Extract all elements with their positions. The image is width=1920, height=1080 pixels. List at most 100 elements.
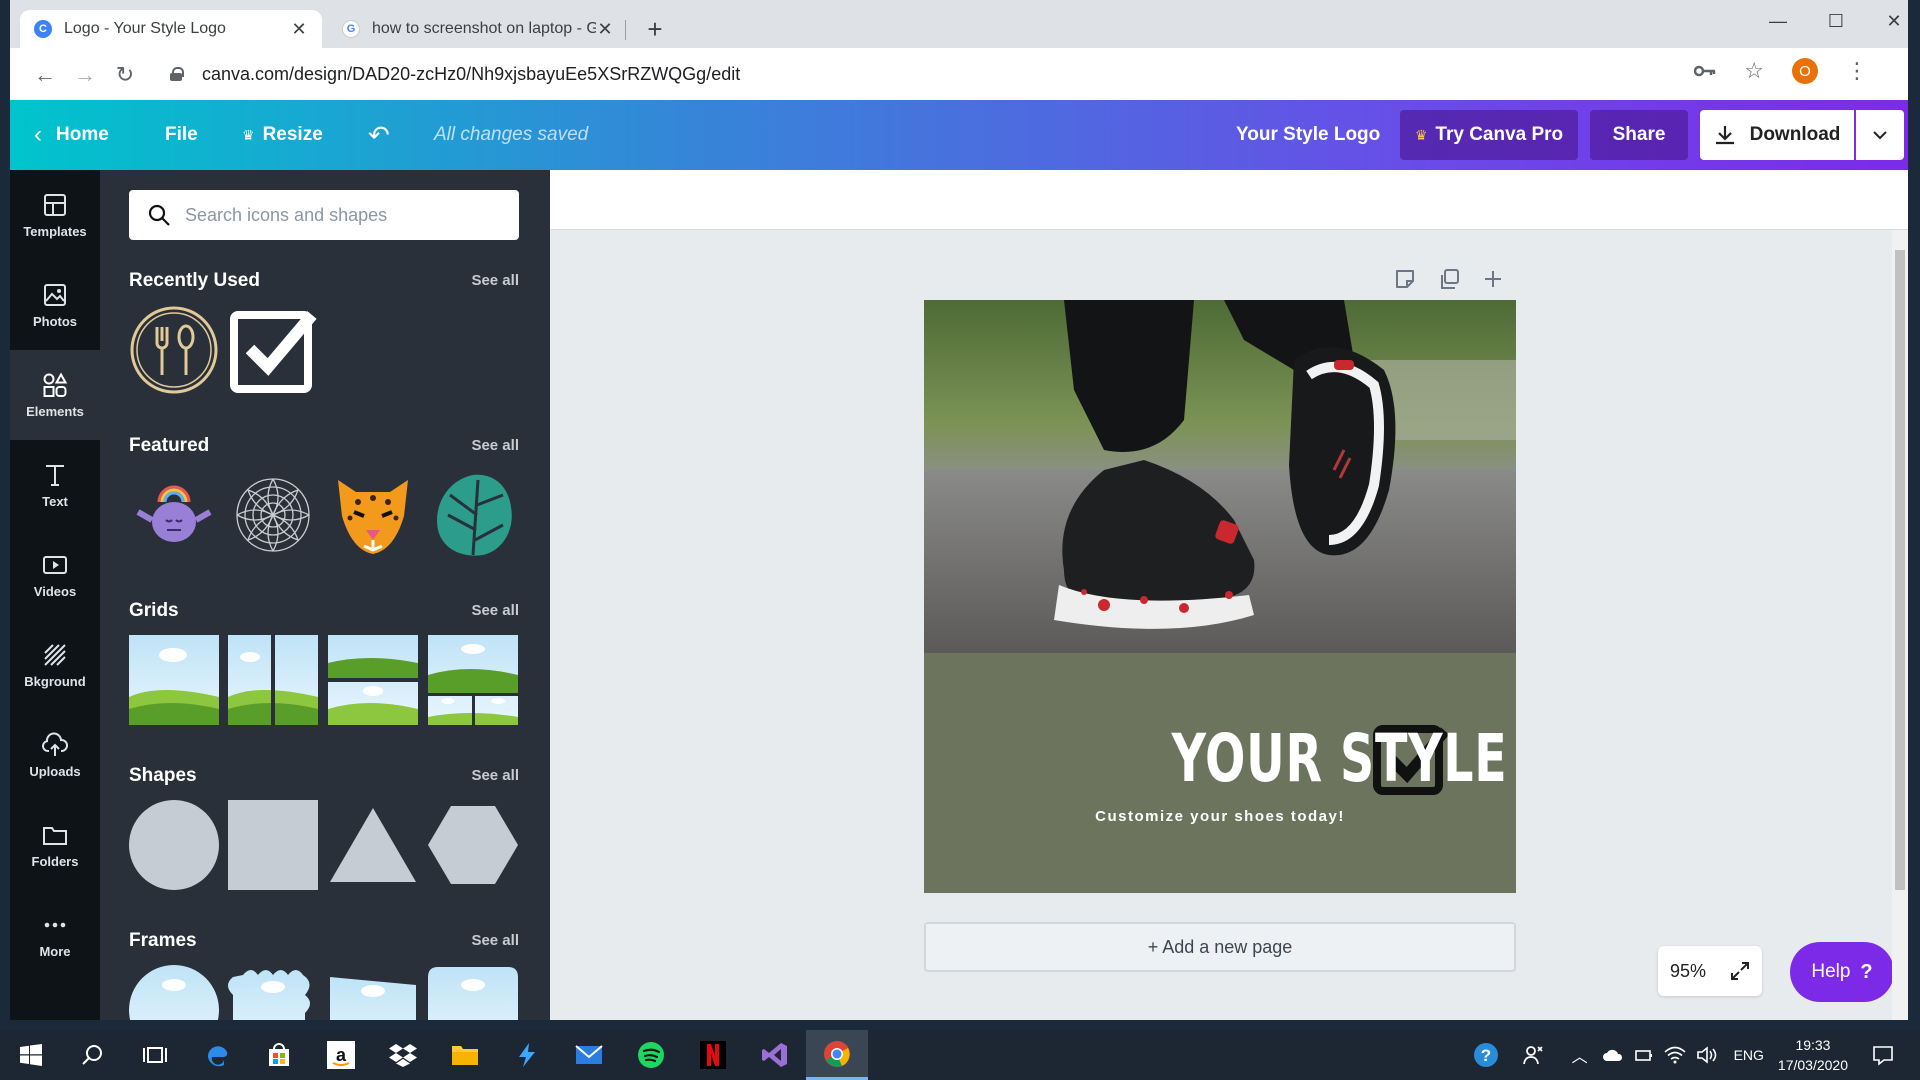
folders-icon <box>43 826 67 845</box>
headline-group[interactable]: YOUR STYLE <box>924 720 1516 797</box>
edge-taskbar-button[interactable] <box>186 1030 248 1080</box>
hexagon-shape-icon[interactable] <box>428 800 518 890</box>
dropbox-taskbar-button[interactable] <box>372 1030 434 1080</box>
checkbox-element-icon[interactable] <box>228 305 318 395</box>
search-input[interactable]: Search icons and shapes <box>129 190 519 240</box>
help-button[interactable]: Help ? <box>1790 942 1894 1002</box>
forward-icon[interactable]: → <box>70 60 100 90</box>
close-tab-icon[interactable]: ✕ <box>596 19 614 40</box>
search-taskbar-button[interactable] <box>62 1030 124 1080</box>
key-icon[interactable] <box>1694 64 1716 78</box>
duplicate-page-icon[interactable] <box>1438 268 1460 290</box>
onedrive-icon[interactable] <box>1602 1046 1624 1064</box>
try-canva-pro-button[interactable]: ♛ Try Canva Pro <box>1400 110 1578 160</box>
circle-shape-icon[interactable] <box>129 800 219 890</box>
rail-more[interactable]: More <box>10 890 100 980</box>
headline-text[interactable]: YOUR STYLE <box>1171 720 1507 797</box>
rail-elements[interactable]: Elements <box>10 350 100 440</box>
design-page[interactable]: YOUR STYLE Customize your shoes today! <box>924 300 1516 893</box>
back-icon[interactable]: ← <box>30 60 60 90</box>
rail-photos[interactable]: Photos <box>10 260 100 350</box>
design-title[interactable]: Your Style Logo <box>1236 100 1380 170</box>
address-bar[interactable]: canva.com/design/DAD20-zcHz0/Nh9xjsbayuE… <box>150 56 1870 92</box>
maximize-button[interactable]: ☐ <box>1808 6 1864 36</box>
netflix-taskbar-button[interactable] <box>682 1030 744 1080</box>
rounded-frame-icon[interactable] <box>428 965 518 1020</box>
tilted-frame-icon[interactable] <box>328 965 418 1020</box>
profile-avatar[interactable]: O <box>1792 58 1818 84</box>
minimize-button[interactable]: — <box>1750 6 1806 36</box>
add-page-icon[interactable] <box>1482 268 1504 290</box>
see-all-grids-link[interactable]: See all <box>471 602 519 619</box>
help-tray-icon[interactable]: ? <box>1472 1041 1500 1069</box>
close-tab-icon[interactable]: ✕ <box>290 19 308 40</box>
fork-spoon-element-icon[interactable] <box>129 305 219 395</box>
shoe-photo[interactable] <box>924 300 1516 653</box>
tab-google-search[interactable]: G how to screenshot on laptop - Go ✕ <box>328 10 628 48</box>
see-all-shapes-link[interactable]: See all <box>471 767 519 784</box>
add-new-page-button[interactable]: + Add a new page <box>924 922 1516 972</box>
download-options-button[interactable] <box>1856 110 1904 160</box>
visual-studio-taskbar-button[interactable] <box>744 1030 806 1080</box>
grid-two-row-icon[interactable] <box>328 635 418 725</box>
file-menu-button[interactable]: File <box>165 100 198 170</box>
square-shape-icon[interactable] <box>228 800 318 890</box>
vertical-scrollbar[interactable] <box>1892 230 1908 1020</box>
file-explorer-taskbar-button[interactable] <box>434 1030 496 1080</box>
tab-canva[interactable]: C Logo - Your Style Logo ✕ <box>20 10 322 48</box>
wifi-icon[interactable] <box>1664 1046 1686 1064</box>
rail-background[interactable]: Bkground <box>10 620 100 710</box>
reload-icon[interactable]: ↻ <box>110 60 140 90</box>
language-indicator[interactable]: ENG <box>1734 1047 1764 1063</box>
rail-label: Folders <box>31 853 79 869</box>
vscode-taskbar-button[interactable] <box>496 1030 558 1080</box>
start-button[interactable] <box>0 1030 62 1080</box>
zoom-control[interactable]: 95% <box>1658 946 1762 996</box>
flower-lineart-icon[interactable] <box>228 470 318 560</box>
see-all-featured-link[interactable]: See all <box>471 437 519 454</box>
rail-folders[interactable]: Folders <box>10 800 100 890</box>
home-button[interactable]: ‹ Home <box>34 100 109 170</box>
see-all-recent-link[interactable]: See all <box>471 272 519 289</box>
share-button[interactable]: Share <box>1590 110 1688 160</box>
chevron-up-icon[interactable]: ︿ <box>1572 1043 1588 1067</box>
monstera-leaf-icon[interactable] <box>428 470 518 560</box>
chrome-taskbar-button[interactable] <box>806 1030 868 1080</box>
note-icon[interactable] <box>1394 268 1416 290</box>
bookmark-star-icon[interactable]: ☆ <box>1744 58 1764 84</box>
rail-uploads[interactable]: Uploads <box>10 710 100 800</box>
close-window-button[interactable]: ✕ <box>1866 6 1920 36</box>
task-view-button[interactable] <box>124 1030 186 1080</box>
circle-frame-icon[interactable] <box>129 965 219 1020</box>
tab-title: how to screenshot on laptop - Go <box>372 20 596 37</box>
rail-text[interactable]: Text <box>10 440 100 530</box>
scrollbar-thumb[interactable] <box>1895 250 1905 890</box>
leopard-face-icon[interactable] <box>328 470 418 560</box>
store-taskbar-button[interactable] <box>248 1030 310 1080</box>
download-button[interactable]: Download <box>1700 110 1854 160</box>
grid-three-row-icon[interactable] <box>428 635 518 725</box>
menu-dots-icon[interactable]: ⋮ <box>1846 58 1868 84</box>
rail-templates[interactable]: Templates <box>10 170 100 260</box>
mail-taskbar-button[interactable] <box>558 1030 620 1080</box>
people-icon[interactable] <box>1522 1043 1546 1067</box>
amazon-taskbar-button[interactable]: a <box>310 1030 372 1080</box>
purple-monster-sticker-icon[interactable] <box>129 470 219 560</box>
notifications-icon[interactable] <box>1872 1044 1894 1066</box>
grid-single-icon[interactable] <box>129 635 219 725</box>
grid-two-column-icon[interactable] <box>228 635 318 725</box>
undo-icon[interactable]: ↶ <box>368 100 390 170</box>
battery-icon[interactable] <box>1634 1046 1654 1064</box>
editor-canvas-area: YOUR STYLE Customize your shoes today! +… <box>550 170 1908 1020</box>
scalloped-frame-icon[interactable] <box>228 965 318 1020</box>
triangle-shape-icon[interactable] <box>328 800 418 890</box>
resize-button[interactable]: ♛ Resize <box>242 100 323 170</box>
fullscreen-icon[interactable] <box>1730 961 1750 981</box>
volume-icon[interactable] <box>1696 1046 1718 1064</box>
see-all-frames-link[interactable]: See all <box>471 932 519 949</box>
subline-text[interactable]: Customize your shoes today! <box>924 808 1516 825</box>
spotify-taskbar-button[interactable] <box>620 1030 682 1080</box>
rail-videos[interactable]: Videos <box>10 530 100 620</box>
new-tab-button[interactable]: + <box>640 14 670 44</box>
clock[interactable]: 19:33 17/03/2020 <box>1778 1035 1848 1075</box>
